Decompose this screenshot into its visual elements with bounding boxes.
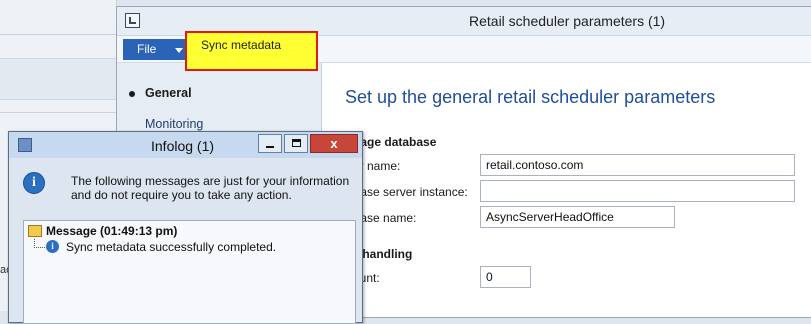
chevron-down-icon — [175, 48, 183, 53]
infolog-intro-text: The following messages are just for your… — [71, 174, 350, 202]
infolog-icon — [18, 138, 32, 152]
tree-item-message[interactable]: Sync metadata successfully completed. — [66, 240, 276, 254]
nav-item-general[interactable]: General — [145, 86, 192, 100]
app-icon[interactable] — [125, 13, 140, 28]
database-name-field[interactable] — [480, 206, 675, 228]
database-server-instance-field[interactable] — [480, 180, 795, 202]
message-folder-icon — [28, 225, 42, 237]
retry-count-field[interactable] — [480, 266, 531, 288]
database-server-instance-label: abase server instance: — [347, 185, 468, 199]
message-tree[interactable]: Message (01:49:13 pm) i Sync metadata su… — [23, 220, 356, 324]
infolog-title: Infolog (1) — [151, 138, 215, 154]
sync-metadata-button[interactable]: Sync metadata — [185, 31, 318, 71]
divider — [0, 34, 116, 35]
sync-metadata-label: Sync metadata — [201, 38, 282, 52]
infolog-titlebar[interactable]: Infolog (1) x — [9, 132, 362, 158]
window-title: Retail scheduler parameters (1) — [469, 13, 666, 29]
maximize-icon[interactable] — [284, 134, 308, 153]
file-menu-button[interactable]: File — [123, 39, 185, 60]
page-title: Set up the general retail scheduler para… — [345, 87, 716, 107]
file-button-label: File — [137, 42, 157, 56]
close-icon[interactable]: x — [310, 134, 358, 153]
info-icon: i — [46, 240, 59, 253]
infolog-dialog: Infolog (1) x i The following messages a… — [8, 131, 363, 324]
minimize-icon[interactable] — [258, 134, 282, 153]
active-bullet-icon — [129, 91, 135, 97]
background-row — [0, 58, 116, 100]
server-name-field[interactable] — [480, 154, 795, 176]
nav-item-monitoring[interactable]: Monitoring — [145, 117, 203, 131]
tree-connector — [34, 239, 45, 248]
divider — [0, 112, 116, 113]
info-icon: i — [23, 172, 45, 194]
tree-root-message[interactable]: Message (01:49:13 pm) — [46, 224, 177, 238]
